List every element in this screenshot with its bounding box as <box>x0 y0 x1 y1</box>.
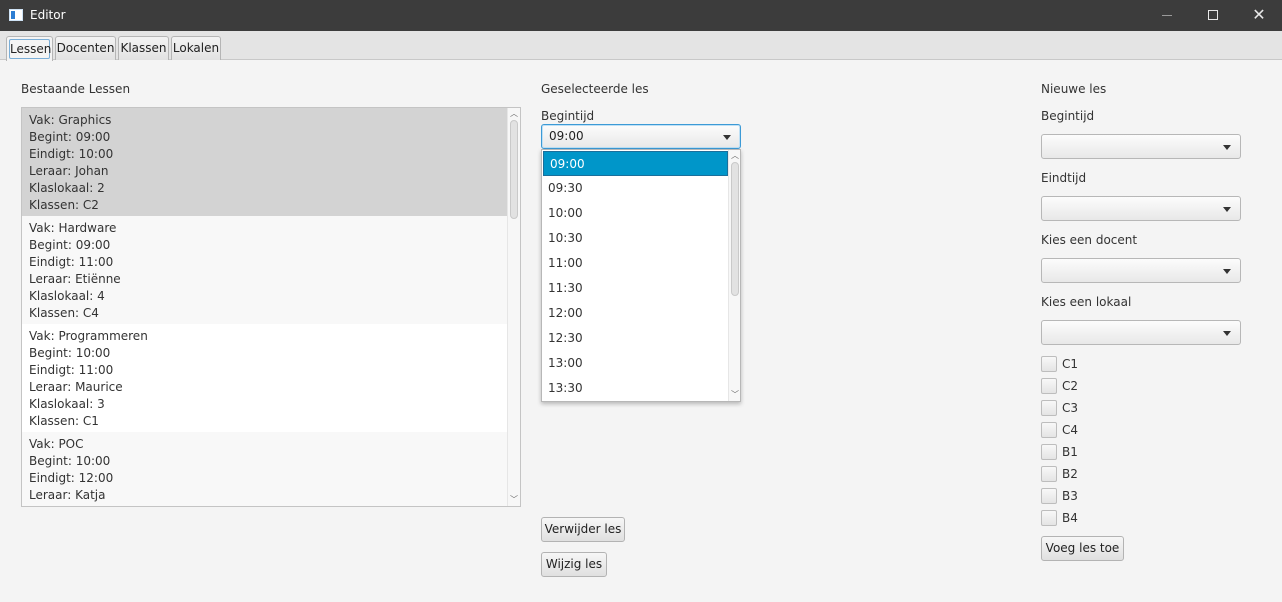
lesson-subject: Vak: Graphics <box>29 113 112 127</box>
new-lesson-header: Nieuwe les <box>1041 82 1107 96</box>
lesson-room: Klaslokaal: 2 <box>29 181 105 195</box>
time-option[interactable]: 10:30 <box>542 226 728 251</box>
time-dropdown-popup[interactable]: 09:00 09:30 10:00 10:30 11:00 11:30 12:0… <box>541 149 741 402</box>
lesson-start: Begint: 10:00 <box>29 454 111 468</box>
maximize-button[interactable] <box>1190 0 1236 31</box>
close-button[interactable]: ✕ <box>1236 0 1282 31</box>
lesson-item[interactable]: Vak: Programmeren Begint: 10:00 Eindigt:… <box>22 324 508 432</box>
new-eindtijd-label: Eindtijd <box>1041 171 1087 185</box>
time-option[interactable]: 09:00 <box>543 151 728 176</box>
checkbox-label: B3 <box>1062 489 1078 503</box>
checkbox-label: C4 <box>1062 423 1079 437</box>
lesson-teacher: Leraar: Etiënne <box>29 272 121 286</box>
scroll-up-icon[interactable]: ︿ <box>508 108 520 120</box>
time-option[interactable]: 12:00 <box>542 301 728 326</box>
lesson-item[interactable]: Vak: Hardware Begint: 09:00 Eindigt: 11:… <box>22 216 508 324</box>
checkbox[interactable] <box>1041 400 1057 416</box>
existing-lessons-header: Bestaande Lessen <box>21 82 131 96</box>
lokaal-combo[interactable] <box>1041 320 1241 345</box>
time-option[interactable]: 09:30 <box>542 176 728 201</box>
time-option[interactable]: 12:30 <box>542 326 728 351</box>
checkbox[interactable] <box>1041 510 1057 526</box>
lesson-start: Begint: 09:00 <box>29 130 111 144</box>
chevron-down-icon <box>723 135 731 140</box>
minimize-button[interactable] <box>1144 0 1190 31</box>
lesson-teacher: Leraar: Katja <box>29 488 106 502</box>
window-title: Editor <box>30 8 66 22</box>
tab-lessen-label: Lessen <box>9 39 51 59</box>
tab-docenten[interactable]: Docenten <box>55 36 116 60</box>
selected-lesson-header: Geselecteerde les <box>541 82 649 96</box>
lesson-end: Eindigt: 10:00 <box>29 147 114 161</box>
existing-lessons-list[interactable]: Vak: Graphics Begint: 09:00 Eindigt: 10:… <box>21 107 521 507</box>
edit-lesson-button[interactable]: Wijzig les <box>541 552 607 577</box>
lesson-item[interactable]: Vak: Graphics Begint: 09:00 Eindigt: 10:… <box>22 108 508 216</box>
lesson-subject: Vak: Hardware <box>29 221 117 235</box>
checkbox-label: C2 <box>1062 379 1079 393</box>
minimize-icon <box>1162 15 1172 16</box>
lesson-classes: Klassen: C4 <box>29 306 99 320</box>
scrollbar-thumb[interactable] <box>731 162 739 296</box>
checkbox[interactable] <box>1041 488 1057 504</box>
chevron-down-icon <box>1223 207 1231 212</box>
tab-bar: Lessen Docenten Klassen Lokalen <box>0 31 1282 61</box>
add-lesson-button[interactable]: Voeg les toe <box>1041 536 1124 561</box>
chevron-down-icon <box>1223 145 1231 150</box>
lesson-subject: Vak: Programmeren <box>29 329 148 343</box>
lesson-list-scrollbar[interactable]: ︿ ﹀ <box>507 108 520 506</box>
lokaal-label: Kies een lokaal <box>1041 295 1132 309</box>
checkbox[interactable] <box>1041 378 1057 394</box>
checkbox[interactable] <box>1041 356 1057 372</box>
lesson-end: Eindigt: 11:00 <box>29 255 114 269</box>
tab-lokalen[interactable]: Lokalen <box>171 36 221 60</box>
new-begintijd-label: Begintijd <box>1041 109 1095 123</box>
time-option[interactable]: 11:30 <box>542 276 728 301</box>
app-icon <box>9 9 23 21</box>
lesson-item[interactable]: Vak: POC Begint: 10:00 Eindigt: 12:00 Le… <box>22 432 508 506</box>
time-option[interactable]: 11:00 <box>542 251 728 276</box>
scroll-down-icon[interactable]: ﹀ <box>729 389 740 401</box>
new-begintijd-combo[interactable] <box>1041 134 1241 159</box>
new-eindtijd-combo[interactable] <box>1041 196 1241 221</box>
selected-begintijd-combo[interactable]: 09:00 <box>541 124 741 149</box>
checkbox-label: C1 <box>1062 357 1079 371</box>
lesson-room: Klaslokaal: 3 <box>29 397 105 411</box>
dropdown-scrollbar[interactable]: ︿ ﹀ <box>728 150 740 401</box>
lesson-teacher: Leraar: Maurice <box>29 380 123 394</box>
scrollbar-thumb[interactable] <box>510 120 518 219</box>
lesson-teacher: Leraar: Johan <box>29 164 109 178</box>
tab-lessen[interactable]: Lessen <box>6 36 53 61</box>
delete-lesson-button[interactable]: Verwijder les <box>541 517 625 542</box>
window-titlebar: Editor ✕ <box>0 0 1282 31</box>
selected-begintijd-label: Begintijd <box>541 109 595 123</box>
lesson-start: Begint: 09:00 <box>29 238 111 252</box>
checkbox-label: B1 <box>1062 445 1078 459</box>
checkbox-label: B4 <box>1062 511 1078 525</box>
lesson-classes: Klassen: C2 <box>29 198 99 212</box>
selected-begintijd-value: 09:00 <box>549 129 584 143</box>
lesson-start: Begint: 10:00 <box>29 346 111 360</box>
checkbox-label: B2 <box>1062 467 1078 481</box>
close-icon: ✕ <box>1252 5 1266 24</box>
lesson-subject: Vak: POC <box>29 437 84 451</box>
tab-klassen[interactable]: Klassen <box>118 36 169 60</box>
checkbox[interactable] <box>1041 444 1057 460</box>
scroll-up-icon[interactable]: ︿ <box>729 150 740 162</box>
checkbox-label: C3 <box>1062 401 1079 415</box>
chevron-down-icon <box>1223 269 1231 274</box>
time-option[interactable]: 13:30 <box>542 376 728 401</box>
docent-combo[interactable] <box>1041 258 1241 283</box>
checkbox[interactable] <box>1041 466 1057 482</box>
lesson-room: Klaslokaal: 4 <box>29 289 105 303</box>
docent-label: Kies een docent <box>1041 233 1138 247</box>
lesson-end: Eindigt: 11:00 <box>29 363 114 377</box>
scroll-down-icon[interactable]: ﹀ <box>508 494 520 506</box>
lesson-end: Eindigt: 12:00 <box>29 471 114 485</box>
time-option[interactable]: 13:00 <box>542 351 728 376</box>
checkbox[interactable] <box>1041 422 1057 438</box>
time-option[interactable]: 10:00 <box>542 201 728 226</box>
maximize-icon <box>1208 9 1218 20</box>
lesson-classes: Klassen: C1 <box>29 414 99 428</box>
chevron-down-icon <box>1223 331 1231 336</box>
